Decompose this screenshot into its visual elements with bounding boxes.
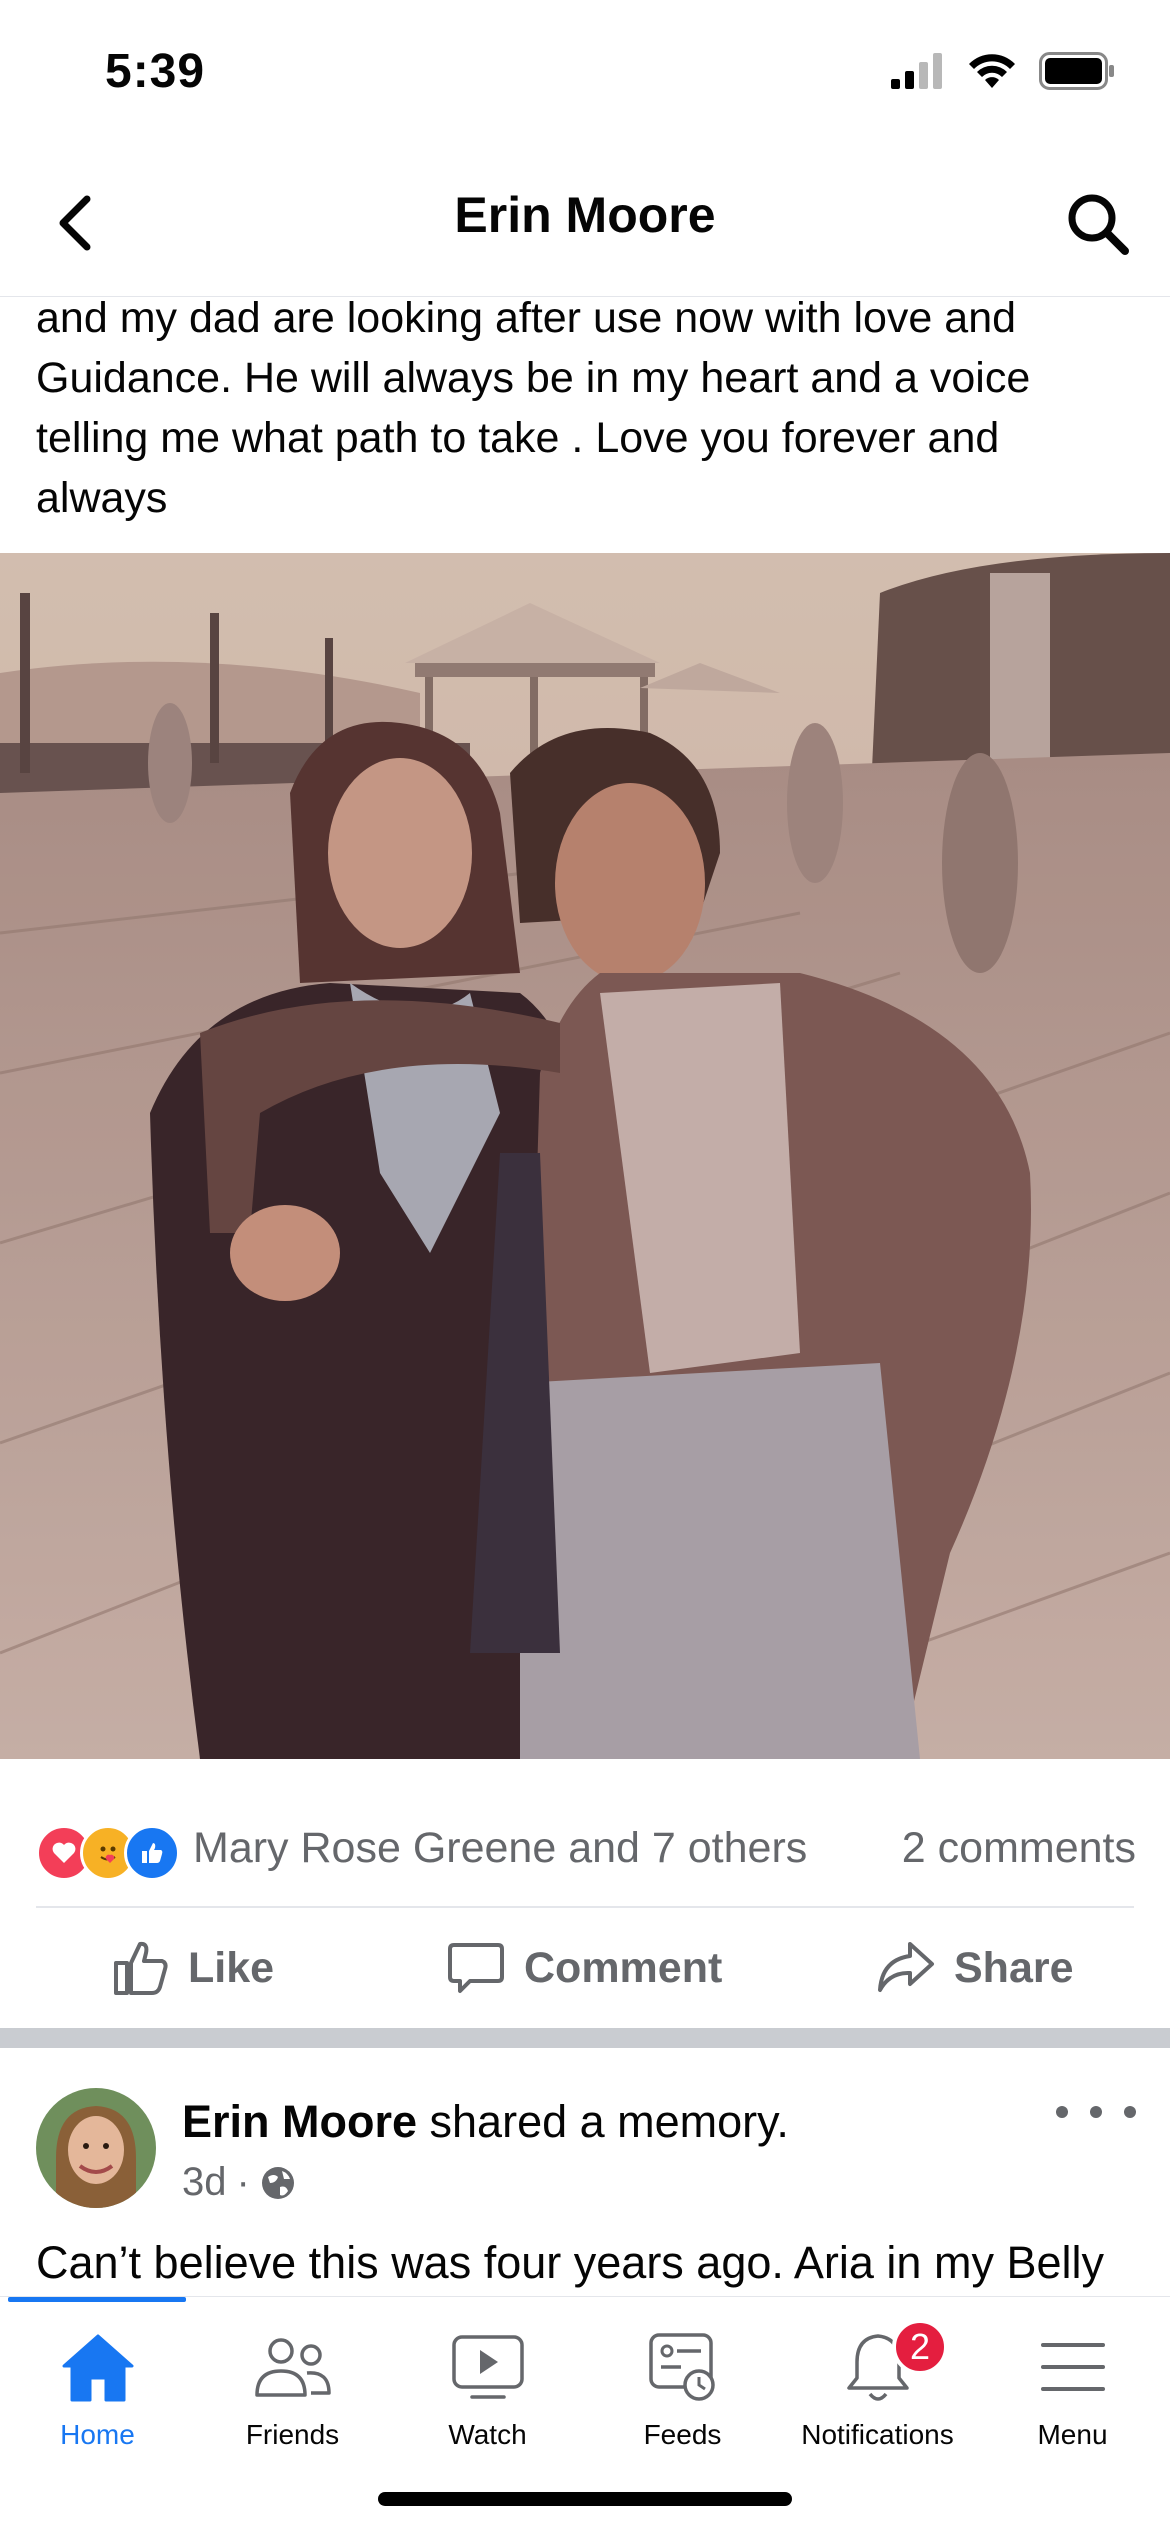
reactions-summary[interactable]: Mary Rose Greene and 7 others 2 comments	[36, 1820, 1136, 1881]
feeds-icon	[648, 2333, 715, 2401]
status-time: 5:39	[105, 45, 206, 98]
share-label: Share	[954, 1943, 1074, 1992]
home-icon	[62, 2334, 133, 2402]
tab-label: Menu	[1037, 2419, 1108, 2450]
post-text-line: and my dad are looking after use now wit…	[36, 294, 1017, 342]
avatar-image	[36, 2088, 156, 2208]
notification-badge: 2	[892, 2319, 948, 2375]
comment-label: Comment	[524, 1943, 723, 1992]
status-bar: 5:39	[0, 0, 1170, 150]
more-options-button[interactable]	[1056, 2092, 1136, 2132]
avatar[interactable]	[36, 2088, 156, 2208]
comment-button[interactable]: Comment	[446, 1908, 722, 2028]
watch-icon	[451, 2335, 524, 2399]
tab-feeds[interactable]: Feeds	[585, 2327, 780, 2467]
post-time[interactable]: 3d	[182, 2160, 227, 2205]
post-photo[interactable]	[0, 553, 1170, 1759]
signal-icon	[891, 53, 942, 89]
tab-watch[interactable]: Watch	[390, 2327, 585, 2467]
more-dot	[1124, 2106, 1136, 2118]
like-label: Like	[188, 1943, 275, 1992]
tab-friends[interactable]: Friends	[195, 2327, 390, 2467]
like-reaction-icon	[124, 1825, 180, 1881]
more-dot	[1056, 2106, 1068, 2118]
tab-label: Feeds	[643, 2419, 722, 2450]
search-button[interactable]	[1060, 186, 1136, 262]
nav-header: Erin Moore	[0, 150, 1170, 297]
memory-post-text: Can’t believe this was four years ago. A…	[36, 2237, 1104, 2288]
post-text-line: Guidance. He will always be in my heart …	[36, 354, 1031, 402]
tab-label: Watch	[448, 2419, 527, 2450]
search-icon	[1068, 194, 1129, 255]
menu-icon	[1040, 2343, 1105, 2391]
reactors-text[interactable]: Mary Rose Greene and 7 others	[193, 1824, 807, 1873]
thumbs-up-icon	[114, 1941, 168, 1995]
post-text-line: always	[36, 474, 168, 522]
status-icons	[891, 52, 1115, 90]
post-meta: 3d ·	[182, 2160, 296, 2205]
tab-home[interactable]: Home	[0, 2327, 195, 2467]
post-author-line: Erin Moore shared a memory.	[182, 2096, 789, 2148]
share-button[interactable]: Share	[876, 1908, 1074, 2028]
vintage-photo-illustration	[0, 553, 1170, 1759]
reaction-icons	[36, 1825, 180, 1881]
post-text-line: telling me what path to take . Love you …	[36, 414, 1000, 462]
like-button[interactable]: Like	[112, 1908, 274, 2028]
home-indicator	[378, 2492, 792, 2506]
meta-separator: ·	[236, 2160, 250, 2204]
comments-count[interactable]: 2 comments	[902, 1824, 1136, 1873]
feed-separator	[0, 2028, 1170, 2048]
friends-icon	[254, 2338, 331, 2397]
page-title: Erin Moore	[454, 187, 716, 243]
tab-label: Friends	[245, 2419, 340, 2450]
tab-notifications[interactable]: 2 Notifications	[780, 2319, 975, 2467]
wifi-icon	[969, 54, 1015, 88]
globe-icon	[261, 2166, 294, 2199]
comment-icon	[448, 1943, 504, 1993]
tab-menu[interactable]: Menu	[975, 2327, 1170, 2467]
tab-label: Notifications	[801, 2419, 954, 2450]
more-dot	[1090, 2106, 1102, 2118]
active-tab-indicator	[8, 2297, 186, 2302]
post-text: and my dad are looking after use now wit…	[36, 288, 1146, 528]
share-icon	[878, 1942, 934, 1992]
battery-icon	[1039, 52, 1114, 90]
tab-label: Home	[60, 2419, 135, 2450]
post-action-text: shared a memory.	[417, 2096, 789, 2147]
author-name[interactable]: Erin Moore	[182, 2096, 417, 2147]
post-actions: Like Comment Share	[0, 1908, 1170, 2028]
